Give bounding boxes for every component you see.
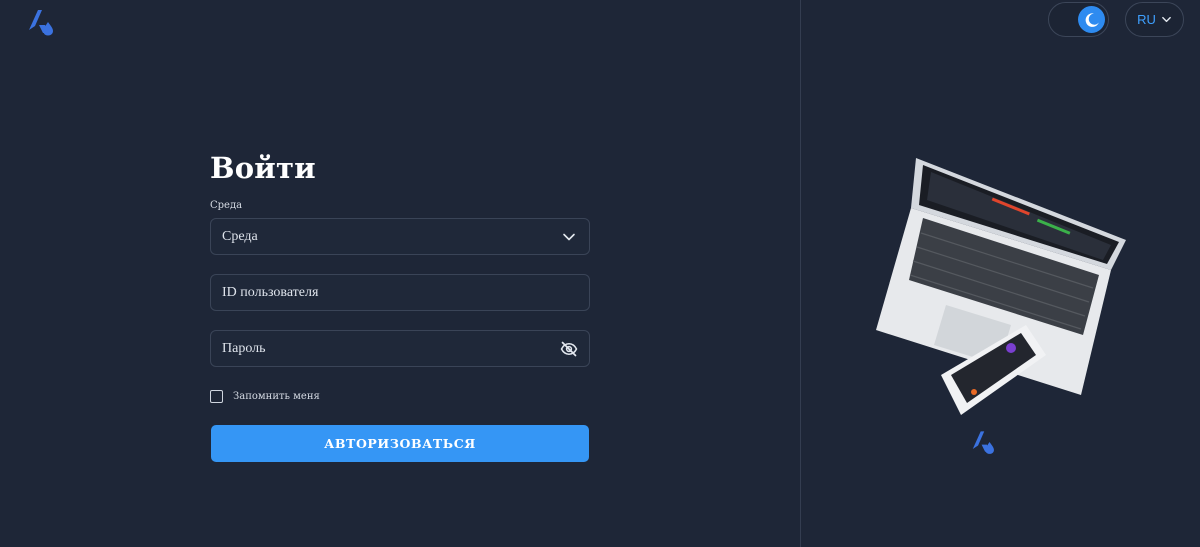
brand-logo-icon[interactable] bbox=[27, 8, 61, 36]
remember-me: Запомнить меня bbox=[210, 388, 590, 404]
login-panel: Войти Среда Среда ID пользователя Пароль bbox=[0, 0, 800, 547]
remember-me-checkbox[interactable] bbox=[210, 389, 223, 403]
eye-off-icon[interactable] bbox=[560, 340, 578, 358]
moon-icon bbox=[1078, 6, 1105, 33]
password-placeholder: Пароль bbox=[222, 340, 266, 356]
brand-logo-small-icon bbox=[972, 431, 994, 454]
theme-toggle[interactable] bbox=[1048, 2, 1109, 37]
user-id-input[interactable]: ID пользователя bbox=[210, 274, 590, 311]
language-value: RU bbox=[1137, 12, 1156, 27]
page-title: Войти bbox=[210, 151, 316, 185]
language-select[interactable]: RU bbox=[1125, 2, 1184, 37]
user-id-placeholder: ID пользователя bbox=[222, 284, 319, 300]
chevron-down-icon bbox=[1161, 10, 1172, 29]
login-form: Войти Среда Среда ID пользователя Пароль bbox=[210, 150, 590, 462]
password-input[interactable]: Пароль bbox=[210, 330, 590, 367]
chevron-down-icon bbox=[560, 228, 578, 246]
laptop-phone-illustration bbox=[876, 158, 1126, 415]
promo-panel: RU bbox=[801, 0, 1200, 547]
environment-value: Среда bbox=[222, 228, 258, 244]
remember-me-label: Запомнить меня bbox=[233, 390, 320, 402]
environment-label: Среда bbox=[210, 200, 243, 211]
login-button[interactable]: АВТОРИЗОВАТЬСЯ bbox=[211, 425, 589, 462]
environment-select[interactable]: Среда bbox=[210, 218, 590, 255]
